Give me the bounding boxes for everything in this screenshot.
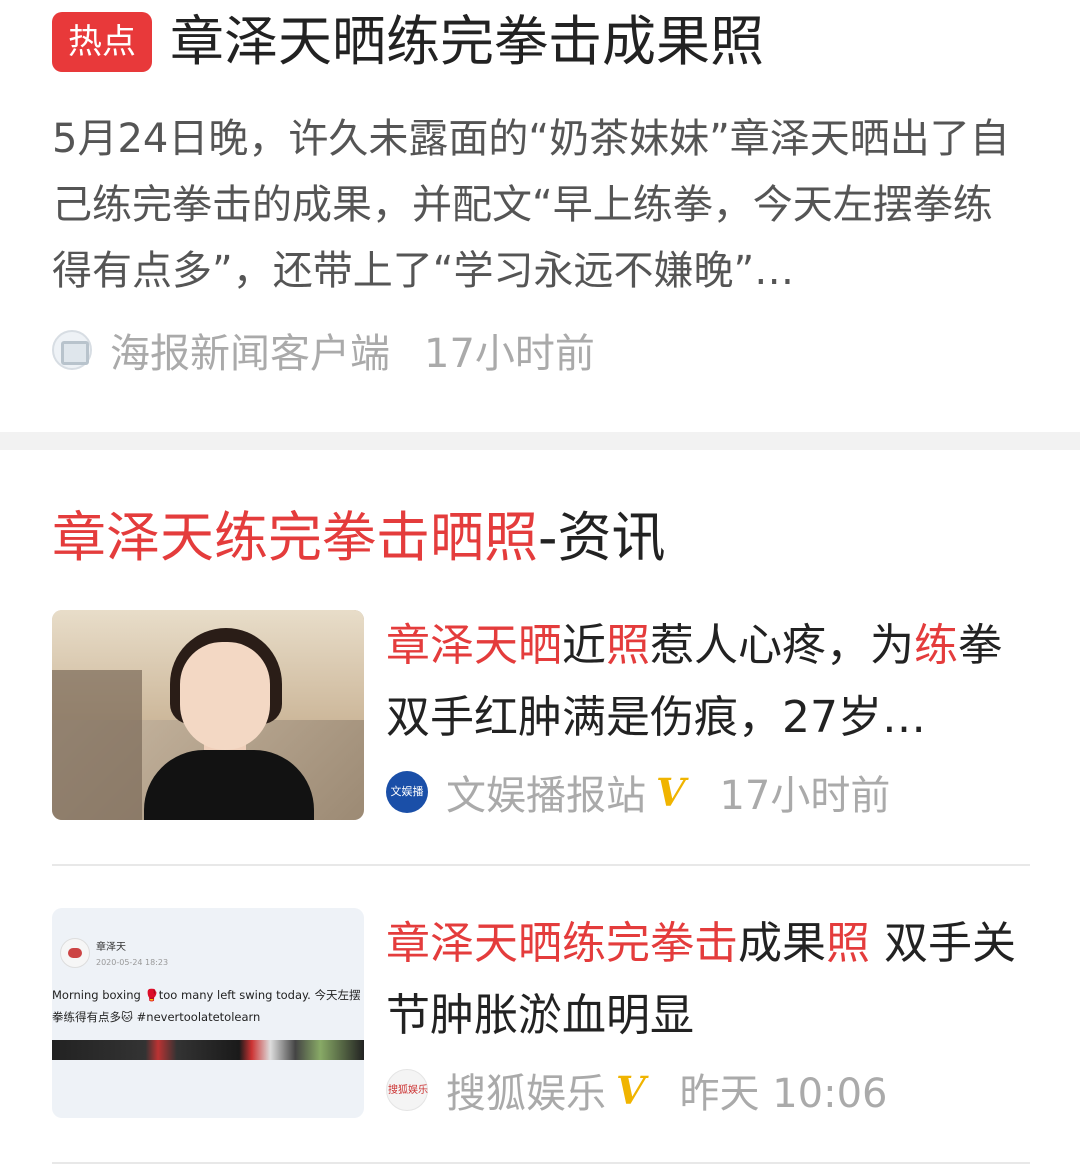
news-meta: 搜狐娱乐 搜狐娱乐 V 昨天 10:06 [386, 1062, 1036, 1118]
title-highlight: 章泽天晒 [386, 620, 562, 671]
hot-meta: 海报新闻客户端 17小时前 [52, 322, 595, 378]
title-highlight: 章泽天晒练完拳击 [386, 918, 738, 969]
verified-icon: V [656, 769, 686, 815]
section-title-highlight: 章泽天练完拳击晒照 [52, 506, 538, 569]
thumb-face [180, 642, 270, 750]
section-title[interactable]: 章泽天练完拳击晒照-资讯 [52, 500, 666, 576]
news-item[interactable]: 章泽天晒近照惹人心疼，为练拳双手红肿满是伤痕，27岁… 文娱播报站 文娱播报站 … [52, 610, 1030, 840]
news-meta: 文娱播报站 文娱播报站 V 17小时前 [386, 763, 1036, 840]
title-highlight: 练 [914, 620, 958, 671]
title-highlight: 照 [606, 620, 650, 671]
title-text: 近 [562, 620, 606, 671]
news-text: 章泽天晒练完拳击成果照 双手关节肿胀淤血明显 搜狐娱乐 搜狐娱乐 V 昨天 10… [386, 908, 1036, 1118]
source-logo: 搜狐娱乐 [386, 1069, 428, 1111]
post-image-strip [52, 1040, 364, 1060]
source-logo-text: 文娱播报站 [390, 785, 424, 840]
image-placeholder-icon [52, 330, 92, 370]
item-divider [52, 1162, 1030, 1164]
verified-icon: V [616, 1067, 646, 1113]
news-time: 17小时前 [719, 773, 891, 819]
avatar [60, 938, 90, 968]
news-title[interactable]: 章泽天晒练完拳击成果照 双手关节肿胀淤血明显 [386, 908, 1036, 1052]
title-text: 惹人心疼，为 [650, 620, 914, 671]
hot-news-card[interactable]: 热点 章泽天晒练完拳击成果照 5月24日晚，许久未露面的“奶茶妹妹”章泽天晒出了… [0, 0, 1080, 432]
section-divider [0, 432, 1080, 450]
title-highlight: 照 [826, 918, 870, 969]
post-date: 2020-05-24 18:23 [96, 958, 169, 967]
hot-time: 17小时前 [424, 331, 595, 377]
hot-badge: 热点 [52, 12, 152, 72]
source-logo: 文娱播报站 [386, 771, 428, 840]
hot-summary[interactable]: 5月24日晚，许久未露面的“奶茶妹妹”章泽天晒出了自己练完拳击的成果，并配文“早… [52, 106, 1032, 304]
post-author: 章泽天 [96, 942, 126, 953]
section-title-suffix: -资讯 [538, 506, 666, 569]
source-logo-text: 搜狐娱乐 [388, 1085, 428, 1096]
post-text: Morning boxing 🥊too many left swing toda… [52, 988, 361, 1024]
news-thumbnail[interactable] [52, 610, 364, 820]
hot-title[interactable]: 章泽天晒练完拳击成果照 [170, 4, 764, 80]
news-source[interactable]: 搜狐娱乐 [446, 1061, 606, 1119]
news-text: 章泽天晒近照惹人心疼，为练拳双手红肿满是伤痕，27岁… 文娱播报站 文娱播报站 … [386, 610, 1036, 840]
title-text: 成果 [738, 918, 826, 969]
news-item[interactable]: 章泽天 2020-05-24 18:23 Morning boxing 🥊too… [52, 908, 1030, 1120]
thumb-shelf [52, 670, 142, 820]
news-thumbnail[interactable]: 章泽天 2020-05-24 18:23 Morning boxing 🥊too… [52, 908, 364, 1118]
news-source[interactable]: 文娱播报站 [446, 763, 646, 821]
news-time: 昨天 10:06 [679, 1071, 888, 1117]
item-divider [52, 864, 1030, 866]
hot-source: 海报新闻客户端 [110, 331, 390, 377]
news-title[interactable]: 章泽天晒近照惹人心疼，为练拳双手红肿满是伤痕，27岁… [386, 610, 1036, 754]
thumb-dress [144, 750, 314, 820]
